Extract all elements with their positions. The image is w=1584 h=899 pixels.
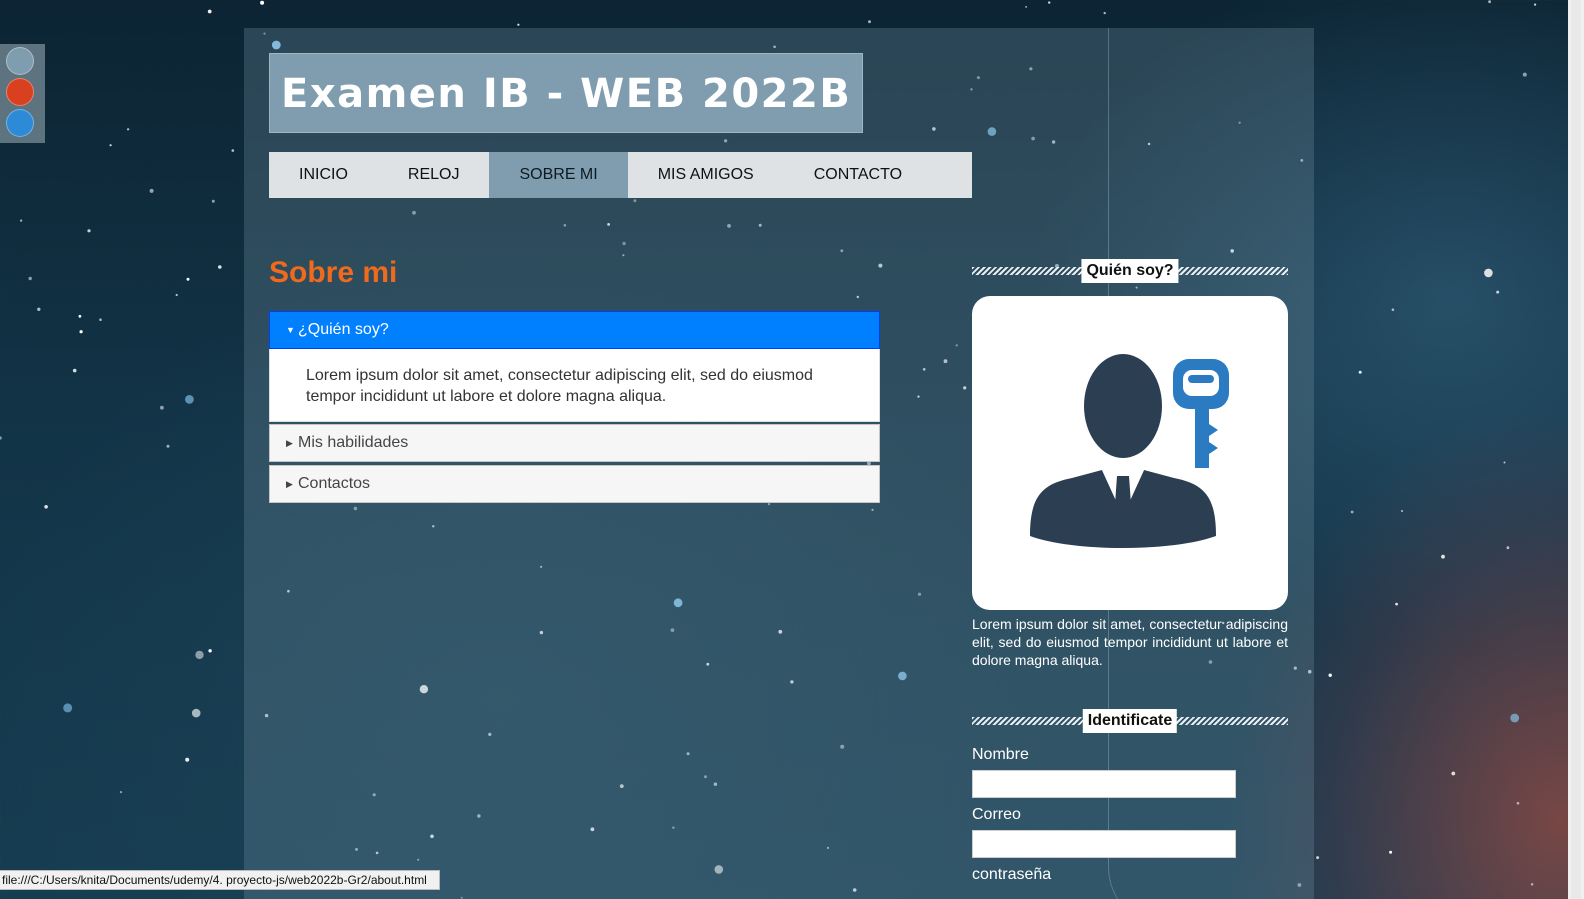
main-nav: Inicio Reloj Sobre mi Mis amigos Contact… [269, 152, 972, 198]
star [1048, 1, 1051, 4]
star [1522, 72, 1527, 77]
star [1496, 290, 1500, 294]
theme-option-blue[interactable] [6, 109, 34, 137]
star [1530, 883, 1534, 886]
email-label: Correo [972, 806, 1021, 823]
sidebar: Quién soy? Lorem ipsum dolor sit amet, c… [972, 258, 1288, 883]
accordion-header-mis-habilidades[interactable]: ▶ Mis habilidades [269, 424, 880, 462]
star [1395, 602, 1398, 606]
star [1391, 308, 1395, 312]
site-title: Examen IB - WEB 2022B [281, 71, 852, 117]
star [99, 318, 102, 322]
accordion-header-label: ¿Quién soy? [298, 321, 389, 338]
star [87, 229, 91, 233]
star [1328, 673, 1332, 677]
star [79, 330, 83, 334]
theme-option-red[interactable] [6, 78, 34, 106]
star [1350, 510, 1354, 514]
star [1506, 546, 1510, 550]
star [1441, 554, 1445, 559]
triangle-right-icon: ▶ [286, 438, 293, 448]
star [517, 23, 520, 26]
scrollbar-thumb[interactable] [1571, 0, 1581, 899]
accordion-section: ▶ Mis habilidades [269, 424, 880, 462]
star [78, 314, 82, 318]
star [1316, 856, 1320, 860]
star [109, 144, 112, 147]
page-scrollbar[interactable] [1568, 0, 1584, 899]
star [1025, 5, 1028, 8]
star [1503, 461, 1506, 464]
star [195, 650, 204, 660]
triangle-down-icon: ▼ [286, 325, 295, 335]
star [186, 277, 190, 281]
browser-status-bar: file:///C:/Users/knita/Documents/udemy/4… [0, 870, 440, 890]
name-label: Nombre [972, 746, 1029, 763]
star [1358, 370, 1362, 374]
email-input[interactable] [972, 830, 1236, 858]
star [0, 436, 2, 440]
star [1389, 850, 1393, 854]
star [231, 149, 235, 152]
star [37, 307, 41, 311]
nav-item-sobre-mi[interactable]: Sobre mi [489, 152, 628, 198]
star [185, 395, 194, 404]
star [1510, 713, 1520, 723]
star [1103, 11, 1106, 15]
star [119, 791, 123, 794]
star [868, 20, 871, 24]
nav-item-contacto[interactable]: Contacto [784, 152, 932, 198]
profile-description: Lorem ipsum dolor sit amet, consectetur … [972, 616, 1288, 668]
star [1400, 509, 1404, 513]
name-input[interactable] [972, 770, 1236, 798]
star [160, 405, 164, 410]
star [1484, 268, 1493, 278]
star [1534, 3, 1537, 6]
accordion-header-quien-soy[interactable]: ▼ ¿Quién soy? [269, 311, 880, 349]
accordion-header-contactos[interactable]: ▶ Contactos [269, 465, 880, 503]
accordion-section: ▼ ¿Quién soy? Lorem ipsum dolor sit amet… [269, 311, 880, 422]
star [191, 708, 201, 718]
sidebar-heading-profile: Quién soy? [972, 258, 1288, 286]
star [166, 444, 170, 448]
about-accordion: ▼ ¿Quién soy? Lorem ipsum dolor sit amet… [269, 311, 880, 506]
accordion-panel: Lorem ipsum dolor sit amet, consectetur … [269, 349, 880, 422]
accordion-header-label: Mis habilidades [298, 434, 409, 451]
star [175, 293, 178, 297]
nav-item-reloj[interactable]: Reloj [378, 152, 490, 198]
sidebar-heading-identificate: Identificate [972, 708, 1288, 736]
sidebar-heading-label: Identificate [1082, 709, 1178, 733]
star [1451, 771, 1456, 776]
star [149, 188, 154, 193]
star [211, 199, 215, 203]
star [72, 368, 77, 373]
star [1488, 0, 1491, 4]
star [20, 219, 23, 222]
accordion-header-label: Contactos [298, 475, 371, 492]
star [207, 9, 212, 14]
star [185, 757, 190, 762]
password-label: contraseña [972, 866, 1052, 883]
star [44, 505, 48, 509]
businessman-key-icon [1030, 354, 1229, 548]
theme-option-gray[interactable] [6, 47, 34, 75]
sidebar-heading-label: Quién soy? [1081, 259, 1179, 283]
accordion-section: ▶ Contactos [269, 465, 880, 503]
profile-card [972, 296, 1288, 610]
triangle-right-icon: ▶ [286, 479, 293, 489]
site-header: Examen IB - WEB 2022B [269, 53, 863, 133]
star [1516, 801, 1520, 805]
star [126, 128, 130, 131]
theme-switcher [0, 44, 45, 143]
star [208, 649, 212, 653]
page-title: Sobre mi [269, 256, 398, 289]
nav-item-mis-amigos[interactable]: Mis amigos [628, 152, 784, 198]
star [63, 703, 73, 713]
star [218, 265, 222, 269]
star [260, 0, 265, 5]
star [28, 276, 32, 281]
nav-item-inicio[interactable]: Inicio [269, 152, 378, 198]
